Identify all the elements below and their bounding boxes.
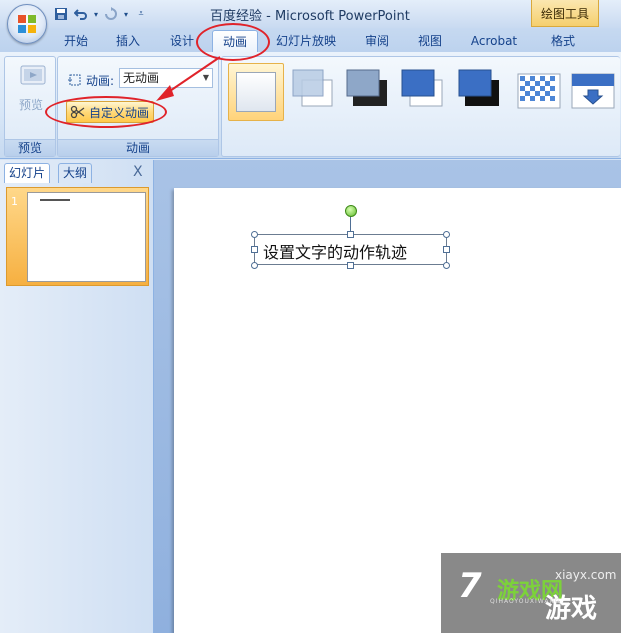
resize-handle-left[interactable]: [251, 246, 258, 253]
tab-insert[interactable]: 插入: [108, 30, 148, 52]
redo-icon[interactable]: [102, 5, 120, 23]
rotation-handle-stem: [350, 215, 351, 231]
tab-format[interactable]: 格式: [540, 30, 586, 52]
annotation-arrow-icon: [156, 56, 221, 101]
quick-access-toolbar: ▾ ▾ ⩡: [52, 4, 150, 24]
annotation-ellipse-button: [45, 96, 167, 128]
resize-handle-top[interactable]: [347, 231, 354, 238]
transition-fade-smooth-thumb[interactable]: [288, 64, 342, 118]
animation-icon: [68, 74, 81, 86]
resize-handle-top-left[interactable]: [251, 231, 258, 238]
window-title: 百度经验 - Microsoft PowerPoint: [210, 9, 410, 24]
contextual-tool-label: 绘图工具: [531, 0, 599, 27]
animation-label: 动画:: [86, 74, 115, 88]
transition-cut-black-thumb[interactable]: [455, 64, 509, 118]
animation-group-label: 动画: [58, 139, 218, 156]
preview-group-label: 预览: [5, 139, 55, 156]
customize-toolbar-icon[interactable]: ⩡: [132, 5, 150, 23]
tab-slides[interactable]: 幻灯片: [4, 163, 51, 183]
office-logo-icon: [18, 15, 36, 33]
rotation-handle[interactable]: [345, 205, 357, 217]
resize-handle-bottom[interactable]: [347, 262, 354, 269]
watermark-pinyin: QIHAOYOUXIWANG: [490, 598, 561, 605]
save-icon[interactable]: [52, 5, 70, 23]
undo-icon[interactable]: [72, 5, 90, 23]
close-icon[interactable]: X: [133, 164, 143, 180]
watermark-digit: 7: [458, 566, 482, 606]
transition-wipe-down-thumb[interactable]: [566, 64, 620, 118]
tab-acrobat[interactable]: Acrobat: [463, 30, 525, 52]
watermark-site: xiayx.com: [555, 568, 617, 582]
slide-number: 1: [11, 195, 18, 208]
transition-cut-thumb[interactable]: [398, 64, 452, 118]
thumbnail-text-line: [40, 199, 70, 201]
tab-review[interactable]: 审阅: [357, 30, 397, 52]
office-button[interactable]: [7, 4, 47, 44]
watermark-brand-bottom: 游戏: [545, 594, 598, 624]
resize-handle-bottom-left[interactable]: [251, 262, 258, 269]
resize-handle-top-right[interactable]: [443, 231, 450, 238]
preview-button-label[interactable]: 预览: [19, 96, 43, 113]
resize-handle-right[interactable]: [443, 246, 450, 253]
tab-outline[interactable]: 大纲: [58, 163, 93, 183]
transition-fade-black-thumb[interactable]: [343, 64, 397, 118]
tab-home[interactable]: 开始: [56, 30, 96, 52]
textbox-text[interactable]: 设置文字的动作轨迹: [263, 239, 407, 263]
slide-thumbnail[interactable]: [27, 192, 146, 282]
resize-handle-bottom-right[interactable]: [443, 262, 450, 269]
tab-slideshow[interactable]: 幻灯片放映: [270, 30, 342, 52]
undo-dropdown-icon[interactable]: ▾: [92, 5, 100, 23]
transition-dissolve-thumb[interactable]: [512, 64, 566, 118]
preview-icon[interactable]: [18, 62, 48, 92]
transition-none-thumb[interactable]: [228, 63, 284, 121]
tab-view[interactable]: 视图: [410, 30, 450, 52]
redo-dropdown-icon[interactable]: ▾: [122, 5, 130, 23]
